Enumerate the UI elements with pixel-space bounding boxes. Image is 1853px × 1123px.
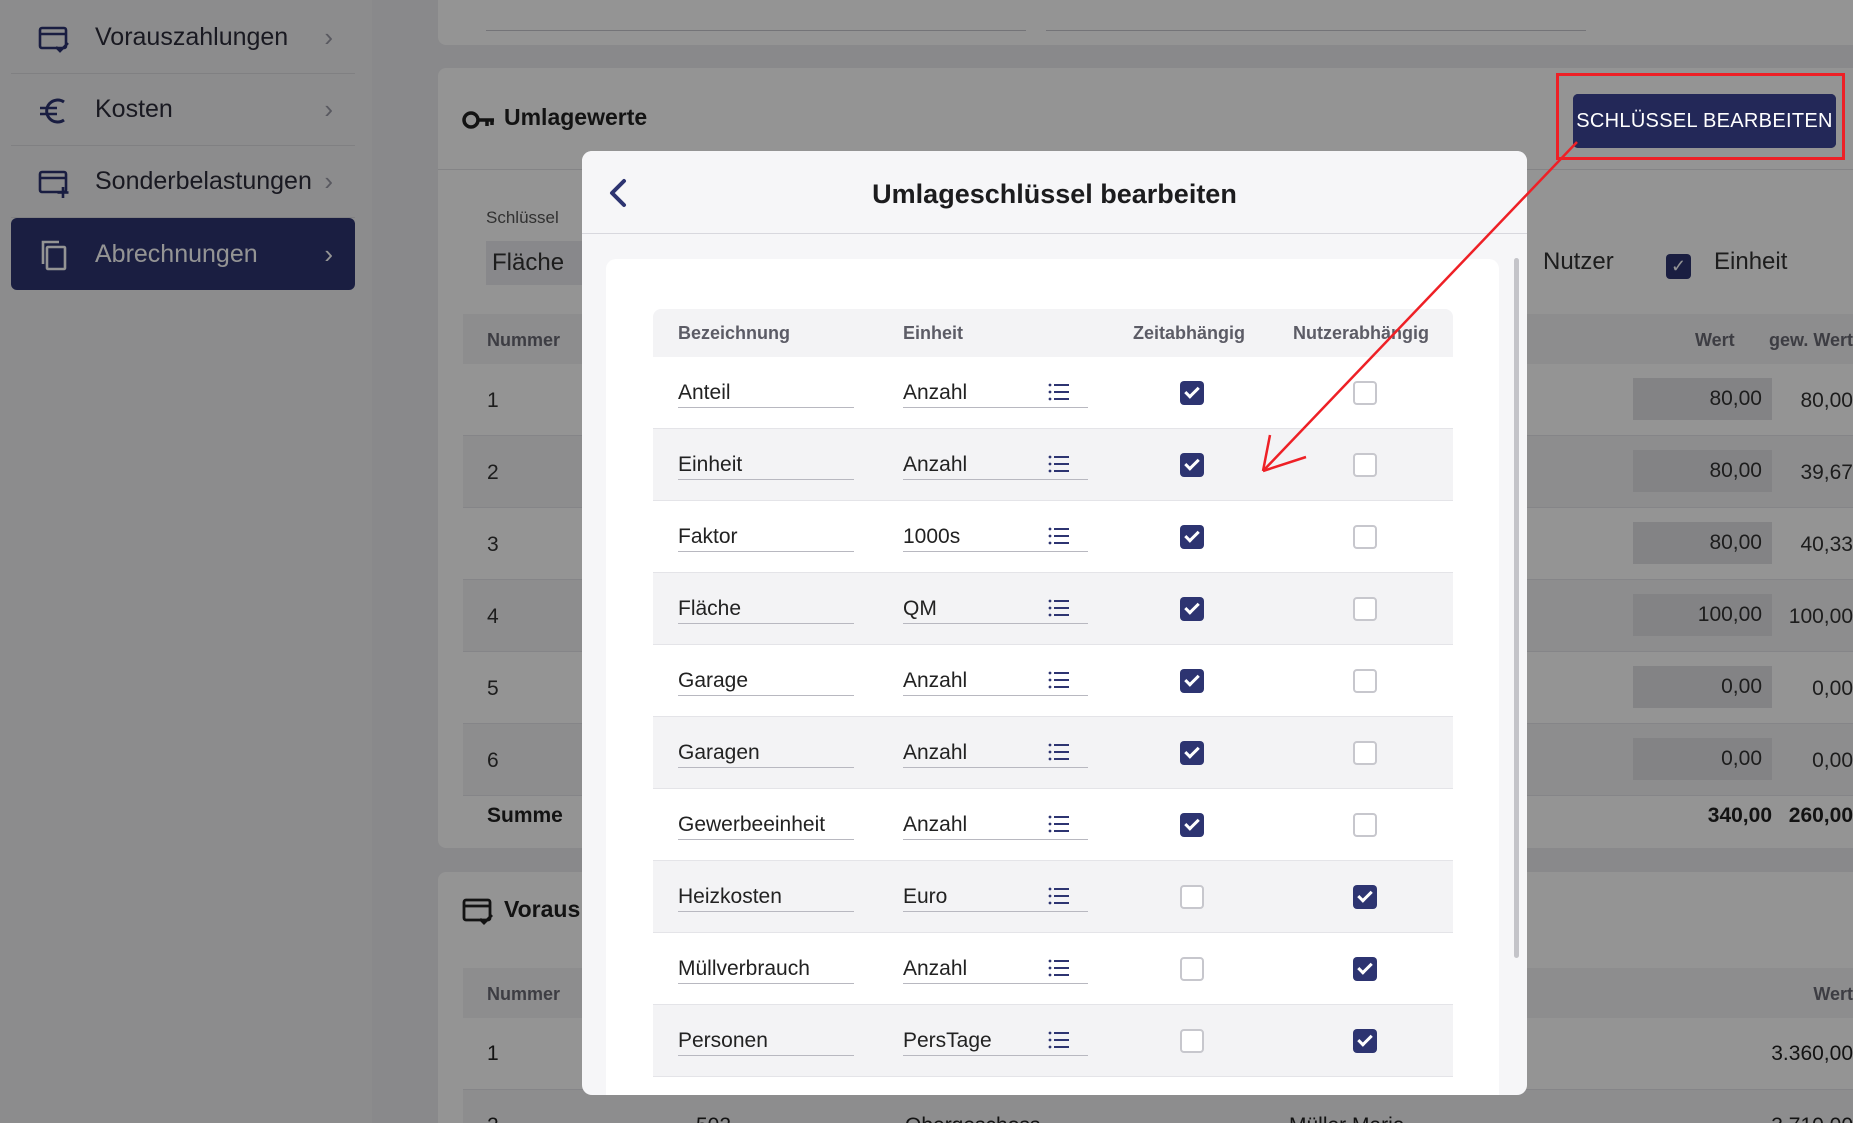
nutzerabhaengig-checkbox[interactable]: [1353, 885, 1377, 909]
column-header-bezeichnung[interactable]: Bezeichnung: [678, 323, 790, 344]
list-icon[interactable]: [1048, 1030, 1070, 1050]
key-row[interactable]: Faktor 1000s: [653, 501, 1453, 573]
key-row[interactable]: Personen PersTage: [653, 1005, 1453, 1077]
nutzerabhaengig-checkbox[interactable]: [1353, 957, 1377, 981]
modal-body: Bezeichnung Einheit Zeitabhängig Nutzera…: [606, 259, 1499, 1095]
zeitabhaengig-checkbox[interactable]: [1180, 1029, 1204, 1053]
bezeichnung-input[interactable]: Garage: [678, 669, 854, 696]
nutzerabhaengig-checkbox[interactable]: [1353, 1029, 1377, 1053]
bezeichnung-input[interactable]: Garagen: [678, 741, 854, 768]
bezeichnung-input[interactable]: Gewerbeeinheit: [678, 813, 854, 840]
zeitabhaengig-checkbox[interactable]: [1180, 525, 1204, 549]
zeitabhaengig-checkbox[interactable]: [1180, 885, 1204, 909]
modal-header: Umlageschlüssel bearbeiten: [582, 151, 1527, 234]
nutzerabhaengig-checkbox[interactable]: [1353, 453, 1377, 477]
zeitabhaengig-checkbox[interactable]: [1180, 597, 1204, 621]
zeitabhaengig-checkbox[interactable]: [1180, 957, 1204, 981]
zeitabhaengig-checkbox[interactable]: [1180, 453, 1204, 477]
zeitabhaengig-checkbox[interactable]: [1180, 381, 1204, 405]
key-row[interactable]: Heizkosten Euro: [653, 861, 1453, 933]
list-icon[interactable]: [1048, 814, 1070, 834]
column-header-nutzerabhaengig[interactable]: Nutzerabhängig: [1293, 323, 1429, 344]
list-icon[interactable]: [1048, 742, 1070, 762]
modal-scrollbar[interactable]: [1514, 258, 1519, 958]
zeitabhaengig-checkbox[interactable]: [1180, 741, 1204, 765]
edit-keys-modal: Umlageschlüssel bearbeiten Bezeichnung E…: [582, 151, 1527, 1095]
zeitabhaengig-checkbox[interactable]: [1180, 669, 1204, 693]
list-icon[interactable]: [1048, 454, 1070, 474]
nutzerabhaengig-checkbox[interactable]: [1353, 597, 1377, 621]
list-icon[interactable]: [1048, 526, 1070, 546]
nutzerabhaengig-checkbox[interactable]: [1353, 525, 1377, 549]
key-row[interactable]: Garagen Anzahl: [653, 717, 1453, 789]
modal-title: Umlageschlüssel bearbeiten: [872, 179, 1237, 209]
zeitabhaengig-checkbox[interactable]: [1180, 813, 1204, 837]
nutzerabhaengig-checkbox[interactable]: [1353, 741, 1377, 765]
key-row[interactable]: Gewerbeeinheit Anzahl: [653, 789, 1453, 861]
table-header: Bezeichnung Einheit Zeitabhängig Nutzera…: [653, 309, 1453, 357]
bezeichnung-input[interactable]: Heizkosten: [678, 885, 854, 912]
column-header-zeitabhaengig[interactable]: Zeitabhängig: [1133, 323, 1245, 344]
bezeichnung-input[interactable]: Faktor: [678, 525, 854, 552]
bezeichnung-input[interactable]: Personen: [678, 1029, 854, 1056]
key-row[interactable]: Einheit Anzahl: [653, 429, 1453, 501]
nutzerabhaengig-checkbox[interactable]: [1353, 381, 1377, 405]
key-row[interactable]: Müllverbrauch Anzahl: [653, 933, 1453, 1005]
key-row[interactable]: Fläche QM: [653, 573, 1453, 645]
key-row[interactable]: Garage Anzahl: [653, 645, 1453, 717]
list-icon[interactable]: [1048, 670, 1070, 690]
list-icon[interactable]: [1048, 886, 1070, 906]
edit-keys-button-highlighted[interactable]: SCHLÜSSEL BEARBEITEN: [1573, 94, 1836, 148]
bezeichnung-input[interactable]: Anteil: [678, 381, 854, 408]
list-icon[interactable]: [1048, 598, 1070, 618]
nutzerabhaengig-checkbox[interactable]: [1353, 813, 1377, 837]
nutzerabhaengig-checkbox[interactable]: [1353, 669, 1377, 693]
list-icon[interactable]: [1048, 382, 1070, 402]
bezeichnung-input[interactable]: Einheit: [678, 453, 854, 480]
column-header-einheit[interactable]: Einheit: [903, 323, 963, 344]
bezeichnung-input[interactable]: Müllverbrauch: [678, 957, 854, 984]
key-row[interactable]: Anteil Anzahl: [653, 357, 1453, 429]
bezeichnung-input[interactable]: Fläche: [678, 597, 854, 624]
list-icon[interactable]: [1048, 958, 1070, 978]
